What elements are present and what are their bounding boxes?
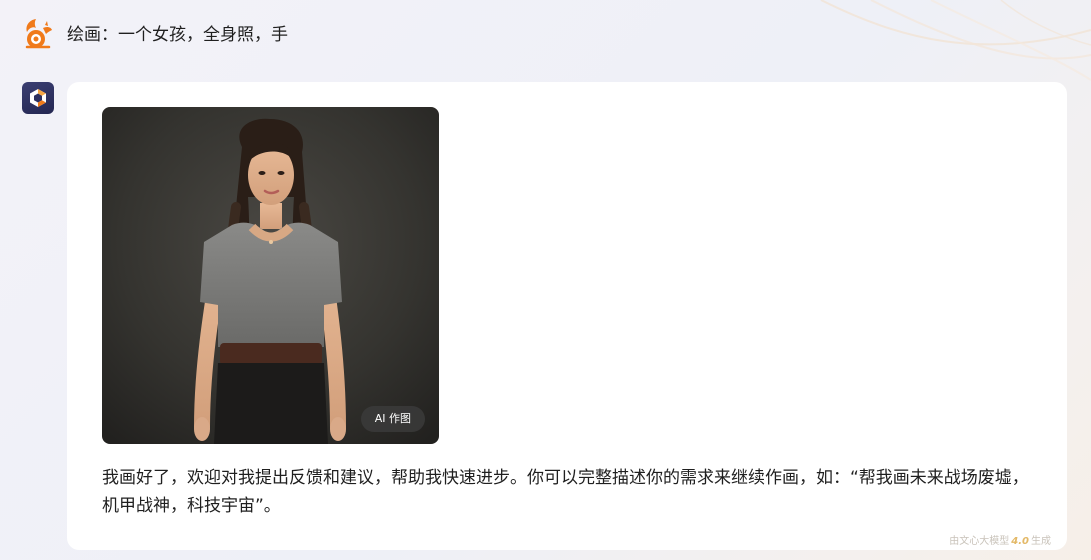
model-note: 由文心大模型 4.0 生成 <box>949 532 1051 547</box>
cube-logo-icon <box>30 89 46 107</box>
background-swirl <box>820 0 1091 81</box>
ai-image-badge: AI 作图 <box>360 406 425 432</box>
model-note-suffix: 生成 <box>1031 536 1051 547</box>
user-message-text: 绘画：一个女孩，全身照，手 <box>67 25 288 45</box>
bot-avatar <box>22 82 54 114</box>
reply-card: AI 作图 我画好了，欢迎对我提出反馈和建议，帮助我快速进步。你可以完整描述你的… <box>67 82 1067 550</box>
generated-portrait <box>102 107 439 444</box>
model-note-prefix: 由文心大模型 <box>949 536 1010 547</box>
squirrel-logo-icon <box>25 19 52 49</box>
reply-text: 我画好了，欢迎对我提出反馈和建议，帮助我快速进步。你可以完整描述你的需求来继续作… <box>102 468 1029 516</box>
generated-image[interactable]: AI 作图 <box>102 107 439 444</box>
user-avatar <box>21 16 55 50</box>
model-version: 4.0 <box>1011 536 1029 547</box>
